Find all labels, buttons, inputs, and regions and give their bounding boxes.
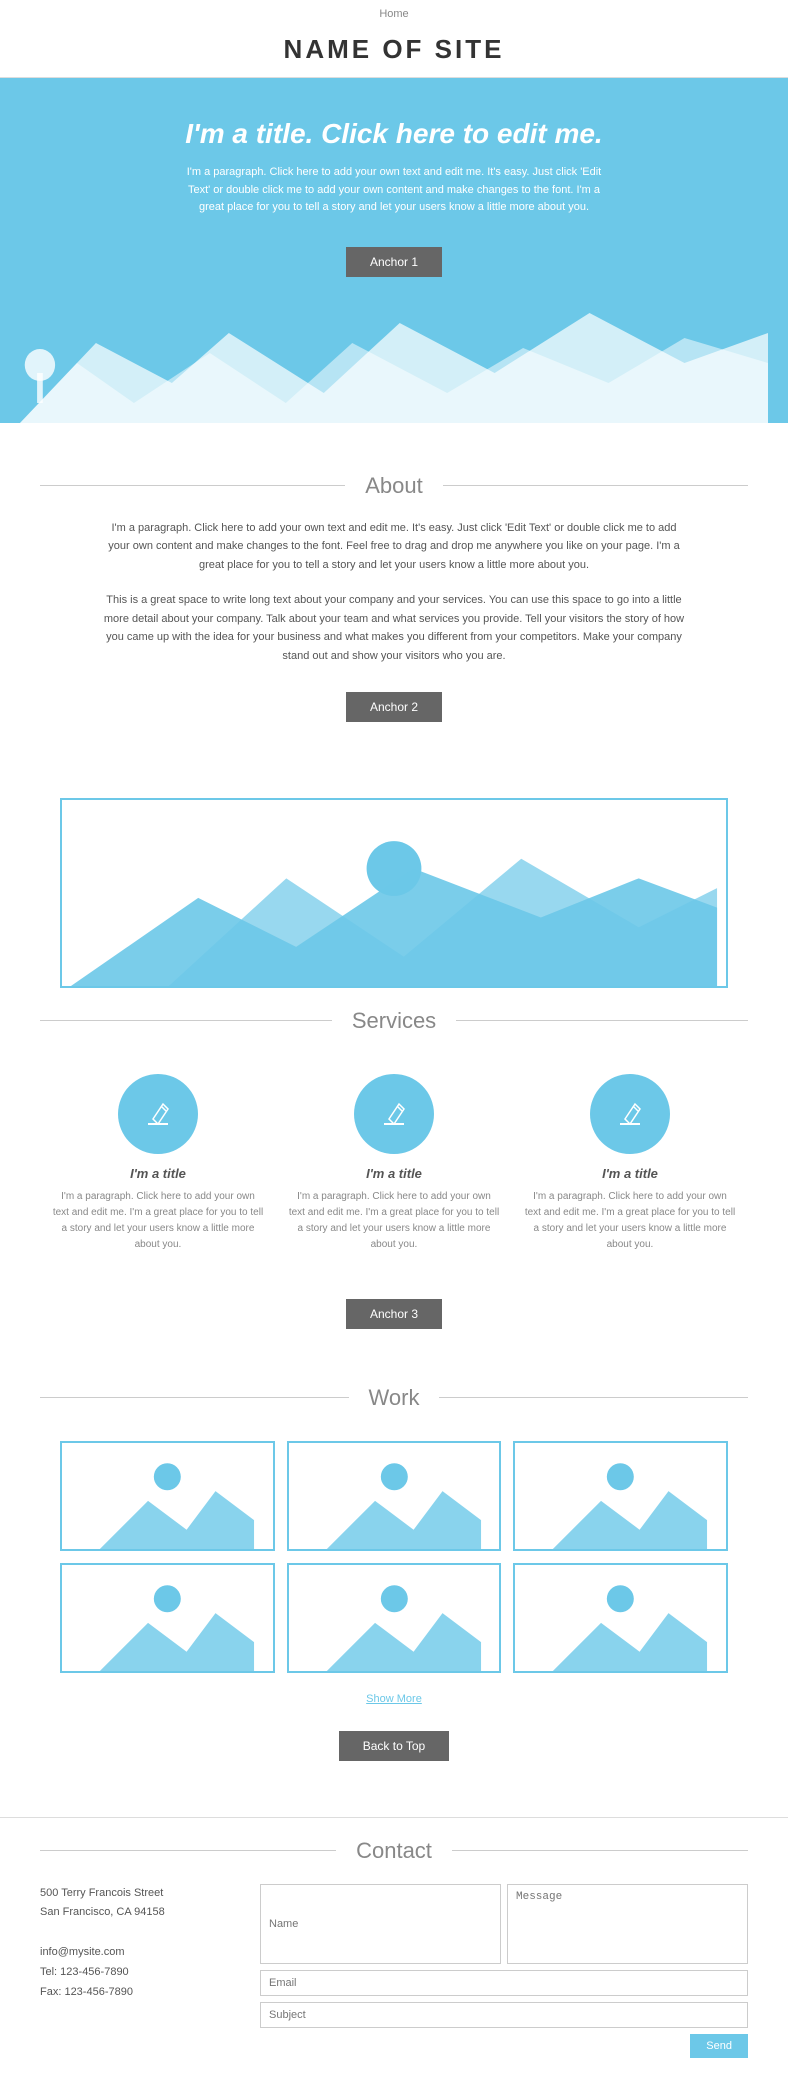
service-paragraph-1[interactable]: I'm a paragraph. Click here to add your … xyxy=(52,1189,264,1253)
service-item-2: I'm a title I'm a paragraph. Click here … xyxy=(288,1074,500,1253)
hero-mountains xyxy=(20,303,768,423)
contact-form: Send xyxy=(260,1884,748,2058)
show-more-link[interactable]: Show More xyxy=(0,1693,788,1705)
service-item-1: I'm a title I'm a paragraph. Click here … xyxy=(52,1074,264,1253)
about-divider: About xyxy=(40,473,748,499)
work-divider: Work xyxy=(40,1385,748,1411)
nav-home[interactable]: Home xyxy=(379,8,408,20)
contact-fax: Fax: 123-456-7890 xyxy=(40,1983,240,2003)
back-to-top-button[interactable]: Back to Top xyxy=(339,1731,449,1761)
hero-content: I'm a title. Click here to edit me. I'm … xyxy=(20,118,768,287)
contact-info: 500 Terry Francois Street San Francisco,… xyxy=(40,1884,240,2058)
site-title: NAME OF SITE xyxy=(0,24,788,78)
name-input[interactable] xyxy=(260,1884,501,1964)
work-item-5[interactable] xyxy=(287,1563,502,1673)
contact-title: Contact xyxy=(336,1838,452,1864)
contact-tel: Tel: 123-456-7890 xyxy=(40,1963,240,1983)
top-nav: Home xyxy=(0,0,788,24)
work-section: Show More Back to Top xyxy=(0,1411,788,1807)
contact-form-row-1 xyxy=(260,1884,748,1964)
work-item-3[interactable] xyxy=(513,1441,728,1551)
address-line1: 500 Terry Francois Street xyxy=(40,1884,240,1904)
email-input[interactable] xyxy=(260,1970,748,1996)
service-icon-2 xyxy=(354,1074,434,1154)
work-item-1[interactable] xyxy=(60,1441,275,1551)
services-title: Services xyxy=(332,1008,456,1034)
about-paragraph-1[interactable]: I'm a paragraph. Click here to add your … xyxy=(100,519,688,575)
contact-divider: Contact xyxy=(40,1838,748,1864)
hero-section: I'm a title. Click here to edit me. I'm … xyxy=(0,78,788,423)
service-title-3[interactable]: I'm a title xyxy=(524,1166,736,1181)
spacer-1 xyxy=(0,423,788,473)
services-section: I'm a title I'm a paragraph. Click here … xyxy=(0,1034,788,1385)
hero-paragraph[interactable]: I'm a paragraph. Click here to add your … xyxy=(184,164,604,217)
contact-section: Contact 500 Terry Francois Street San Fr… xyxy=(0,1817,788,2098)
about-section: I'm a paragraph. Click here to add your … xyxy=(0,499,788,778)
anchor-3-button[interactable]: Anchor 3 xyxy=(346,1299,442,1329)
service-icon-3 xyxy=(590,1074,670,1154)
work-item-4[interactable] xyxy=(60,1563,275,1673)
services-grid: I'm a title I'm a paragraph. Click here … xyxy=(0,1054,788,1273)
contact-email: info@mysite.com xyxy=(40,1943,240,1963)
contact-content: 500 Terry Francois Street San Francisco,… xyxy=(0,1864,788,2078)
submit-row: Send xyxy=(260,2034,748,2058)
about-paragraph-2[interactable]: This is a great space to write long text… xyxy=(100,591,688,666)
anchor-1-button[interactable]: Anchor 1 xyxy=(346,247,442,277)
large-image-placeholder xyxy=(60,798,728,988)
submit-button[interactable]: Send xyxy=(690,2034,748,2058)
work-grid xyxy=(0,1431,788,1683)
address-line2: San Francisco, CA 94158 xyxy=(40,1903,240,1923)
service-title-1[interactable]: I'm a title xyxy=(52,1166,264,1181)
work-item-6[interactable] xyxy=(513,1563,728,1673)
service-paragraph-2[interactable]: I'm a paragraph. Click here to add your … xyxy=(288,1189,500,1253)
work-title: Work xyxy=(349,1385,440,1411)
about-title: About xyxy=(345,473,443,499)
service-title-2[interactable]: I'm a title xyxy=(288,1166,500,1181)
service-item-3: I'm a title I'm a paragraph. Click here … xyxy=(524,1074,736,1253)
message-input[interactable] xyxy=(507,1884,748,1964)
anchor-2-button[interactable]: Anchor 2 xyxy=(346,692,442,722)
hero-heading[interactable]: I'm a title. Click here to edit me. xyxy=(20,118,768,150)
work-item-2[interactable] xyxy=(287,1441,502,1551)
subject-input[interactable] xyxy=(260,2002,748,2028)
service-paragraph-3[interactable]: I'm a paragraph. Click here to add your … xyxy=(524,1189,736,1253)
service-icon-1 xyxy=(118,1074,198,1154)
services-divider: Services xyxy=(40,1008,748,1034)
